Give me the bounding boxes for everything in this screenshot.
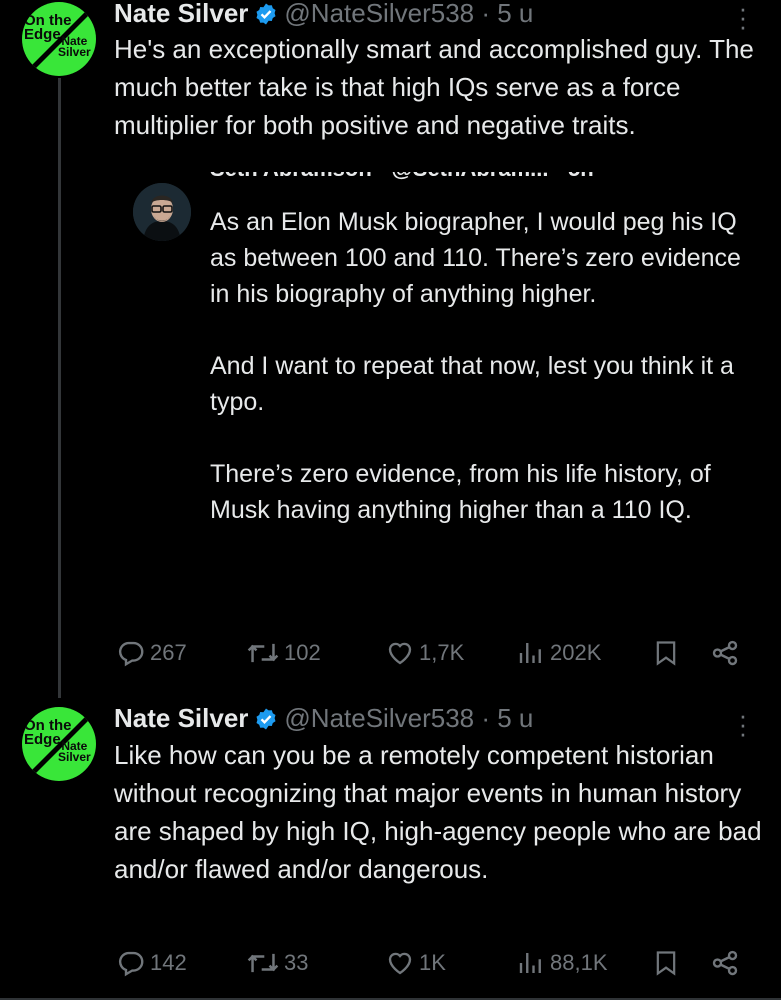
repost-count: 102 [284, 640, 321, 665]
views-count: 202K [550, 640, 602, 665]
tweet-text: Like how can you be a remotely competent… [114, 740, 762, 884]
bookmark-button[interactable] [652, 638, 680, 668]
repost-icon [246, 948, 280, 978]
tweet-header: Nate Silver @NateSilver538 · 5 u [114, 703, 533, 738]
reply-button[interactable]: 142 [116, 948, 187, 978]
avatar-text-bottom: Nate Silver [58, 34, 91, 60]
views-icon [516, 638, 546, 668]
verified-icon [254, 707, 278, 738]
repost-button[interactable]: 33 [246, 948, 308, 978]
tweet-time[interactable]: · 5 u [481, 0, 533, 28]
thread-line [58, 78, 61, 698]
views-icon [516, 948, 546, 978]
tweet-text: He's an exceptionally smart and accompli… [114, 34, 754, 140]
tweet-header: Nate Silver @NateSilver538 · 5 u [114, 0, 533, 33]
more-icon[interactable]: · · · [734, 702, 752, 746]
more-icon[interactable]: · · · [734, 0, 752, 39]
author-name[interactable]: Nate Silver [114, 0, 248, 28]
share-icon [710, 638, 740, 668]
tweet-time[interactable]: · 5 u [481, 703, 533, 733]
reply-count: 267 [150, 640, 187, 665]
reply-icon [116, 638, 146, 668]
bookmark-icon [652, 948, 680, 978]
like-icon [385, 948, 415, 978]
share-button[interactable] [710, 638, 740, 668]
share-button[interactable] [710, 948, 740, 978]
author-name[interactable]: Nate Silver [114, 703, 248, 733]
quote-header-text: Seth Abramson · @SethAbram... · 5h · [210, 172, 607, 182]
reply-icon [116, 948, 146, 978]
like-button[interactable]: 1,7K [385, 638, 464, 668]
author-handle[interactable]: @NateSilver538 [284, 0, 474, 28]
author-avatar[interactable]: On the Edge Nate Silver [22, 2, 96, 76]
bookmark-icon [652, 638, 680, 668]
author-handle[interactable]: @NateSilver538 [284, 703, 474, 733]
reply-button[interactable]: 267 [116, 638, 187, 668]
quote-text: As an Elon Musk biographer, I would peg … [210, 208, 741, 524]
like-count: 1K [419, 950, 446, 975]
views-button[interactable]: 88,1K [516, 948, 608, 978]
views-button[interactable]: 202K [516, 638, 601, 668]
author-avatar[interactable]: On the Edge Nate Silver [22, 707, 96, 781]
repost-count: 33 [284, 950, 309, 975]
quote-header: Seth Abramson · @SethAbram... · 5h · [210, 172, 750, 186]
views-count: 88,1K [550, 950, 608, 975]
avatar-text-bottom: Nate Silver [58, 739, 91, 765]
verified-icon [254, 2, 278, 33]
reply-count: 142 [150, 950, 187, 975]
repost-button[interactable]: 102 [246, 638, 321, 668]
like-count: 1,7K [419, 640, 465, 665]
like-icon [385, 638, 415, 668]
quote-author-avatar[interactable] [133, 183, 191, 241]
repost-icon [246, 638, 280, 668]
share-icon [710, 948, 740, 978]
like-button[interactable]: 1K [385, 948, 446, 978]
bookmark-button[interactable] [652, 948, 680, 978]
